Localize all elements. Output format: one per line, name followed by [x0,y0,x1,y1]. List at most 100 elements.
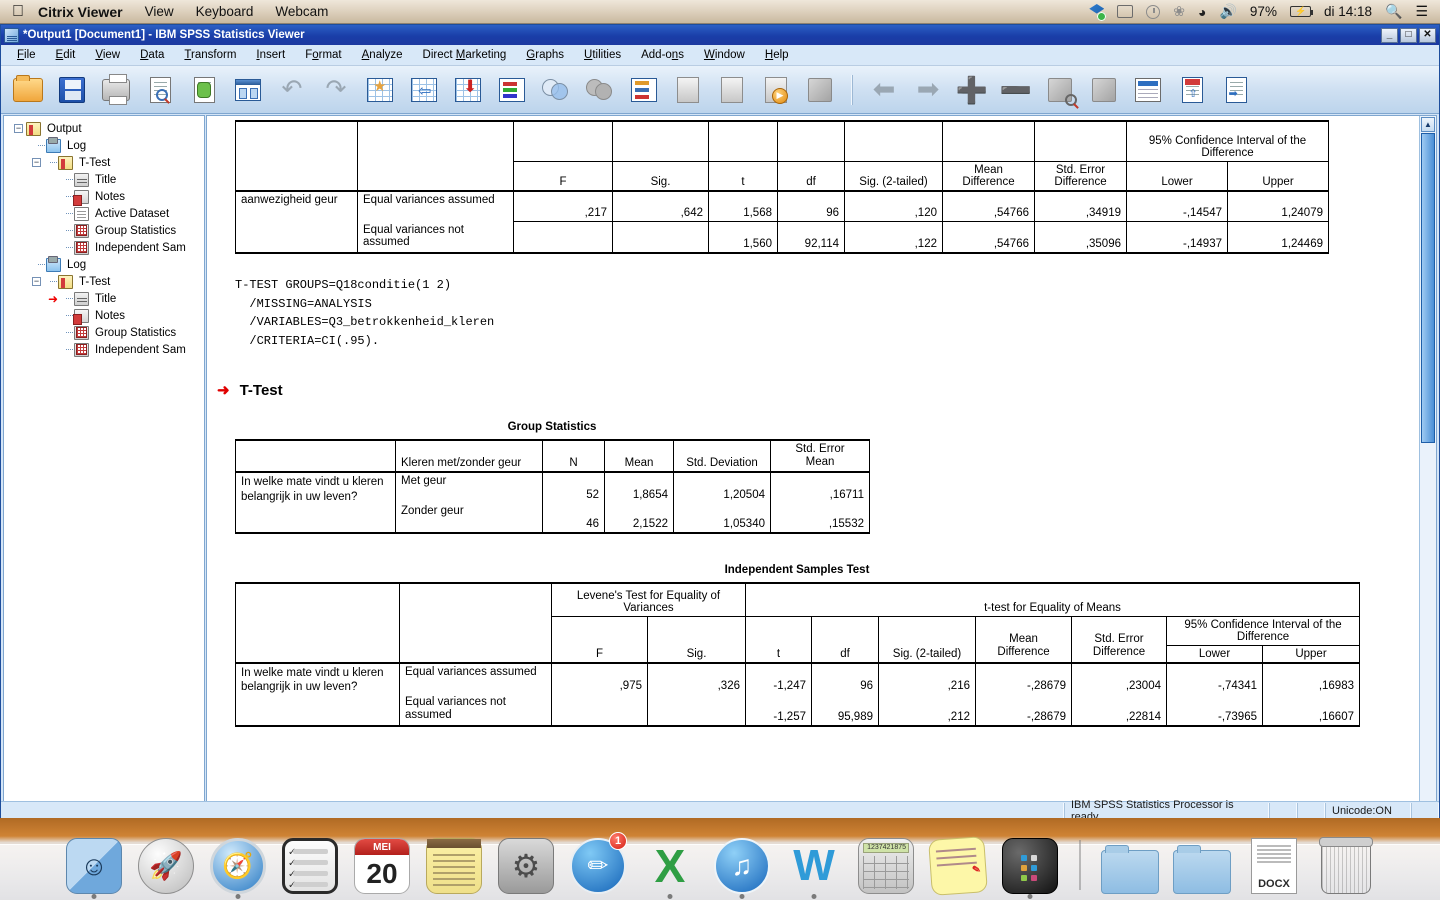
dock-item-reminders[interactable]: ✓ ✓ ✓ ✓ [279,832,341,894]
tree-item-title-1[interactable]: Title [8,171,204,188]
dock-item-calendar[interactable]: MEI 20 [351,832,413,894]
goto-data-icon[interactable] [229,71,267,109]
menu-item-transform[interactable]: Transform [174,49,246,61]
dock-item-docx[interactable]: DOCX [1243,832,1305,894]
menu-item-insert[interactable]: Insert [246,49,295,61]
tree-item-group-statistics-1[interactable]: Group Statistics [8,222,204,239]
minimize-button[interactable]: _ [1381,27,1398,43]
tree-item-ttest-1[interactable]: − T-Test [8,154,204,171]
run-script-icon[interactable]: ▶ [757,71,795,109]
insert-text-icon[interactable]: ⇧ [1173,71,1211,109]
menu-item-window[interactable]: Window [694,49,755,61]
timemachine-icon[interactable] [1146,4,1161,19]
tree-item-ttest-2[interactable]: − T-Test [8,273,204,290]
menu-item-graphs[interactable]: Graphs [516,49,574,61]
scroll-up-icon[interactable]: ▲ [1421,117,1435,132]
dock-item-citrix-viewer[interactable] [999,832,1061,899]
menu-view[interactable]: View [145,4,174,19]
promote-icon[interactable] [669,71,707,109]
print-icon[interactable] [97,71,135,109]
group-statistics-block[interactable]: Group Statistics Kleren met/zonder geur … [235,421,870,535]
volume-icon[interactable]: 🔊 [1219,3,1236,20]
insert-syntax-icon[interactable] [493,71,531,109]
save-icon[interactable] [53,71,91,109]
insert-image-icon[interactable] [801,71,839,109]
wifi-icon[interactable]: ◕ [1198,4,1206,20]
dock-item-trash[interactable] [1315,832,1377,894]
dock-item-launchpad[interactable]: 🚀 [135,832,197,894]
tree-item-notes-1[interactable]: Notes [8,188,204,206]
menu-item-data[interactable]: Data [130,49,174,61]
goto-case-icon[interactable]: ★ [361,71,399,109]
expand-toggle-ttest-2[interactable]: − [32,277,41,286]
dropbox-icon[interactable] [1089,4,1107,21]
dock-item-folder-2[interactable] [1171,832,1233,894]
menu-item-utilities[interactable]: Utilities [574,49,631,61]
menu-app-name[interactable]: Citrix Viewer [38,4,123,20]
bluetooth-icon[interactable]: ❀ [1173,3,1185,20]
menu-keyboard[interactable]: Keyboard [196,4,254,19]
menubar-clock[interactable]: di 14:18 [1324,4,1372,19]
dock-item-stickies[interactable]: ✎ [927,832,989,896]
dock-item-finder[interactable]: ☺ [63,832,125,899]
expand-toggle-ttest-1[interactable]: − [32,158,41,167]
undo-icon[interactable]: ↶ [273,71,311,109]
expand-icon[interactable]: ➕ [953,71,991,109]
menu-item-edit[interactable]: Edit [46,49,86,61]
insert-output-icon[interactable]: ⬇ [449,71,487,109]
menu-item-format[interactable]: Format [295,49,351,61]
box-icon[interactable] [1085,71,1123,109]
tree-item-group-statistics-2[interactable]: Group Statistics [8,324,204,341]
scroll-thumb[interactable] [1421,133,1435,443]
dock-item-word[interactable]: W [783,832,845,899]
tree-item-output[interactable]: − Output [8,120,204,137]
open-file-icon[interactable] [9,71,47,109]
menu-webcam[interactable]: Webcam [275,4,328,19]
menu-item-view[interactable]: View [85,49,130,61]
export-icon[interactable] [625,71,663,109]
insert-title-icon[interactable] [1129,71,1167,109]
expand-toggle-output[interactable]: − [14,124,23,133]
venn-solid-icon[interactable] [581,71,619,109]
menu-item-file[interactable]: File [7,49,46,61]
tree-item-notes-2[interactable]: Notes [8,307,204,325]
dock-item-system-preferences[interactable]: ⚙ [495,832,557,894]
collapse-icon[interactable]: ➖ [997,71,1035,109]
tree-item-active-dataset[interactable]: Active Dataset [8,205,204,222]
apple-menu-icon[interactable]:  [12,3,24,20]
tree-item-title-2[interactable]: ➜ Title [8,290,204,307]
output-document-pane[interactable]: 95% Confidence Interval of the Differenc… [206,115,1437,819]
menu-item-analyze[interactable]: Analyze [352,49,413,61]
maximize-button[interactable]: □ [1400,27,1417,43]
redo-icon[interactable]: ↷ [317,71,355,109]
syntax-block[interactable]: T-TEST GROUPS=Q18conditie(1 2) /MISSING=… [235,276,494,350]
close-button[interactable]: ✕ [1419,27,1436,43]
back-icon[interactable]: ⬅ [865,71,903,109]
dock-item-excel[interactable]: X [639,832,701,899]
battery-icon[interactable]: ⚡ [1289,6,1313,17]
dock-item-safari[interactable]: 🧭 [207,832,269,899]
output-heading-ttest[interactable]: ➜ T-Test [217,381,283,400]
menu-item-direct-marketing[interactable]: Direct Marketing [413,49,517,61]
venn-overlap-icon[interactable] [537,71,575,109]
export-document-icon[interactable]: ➡ [1217,71,1255,109]
tree-item-independent-samples-2[interactable]: Independent Sam [8,341,204,358]
menu-item-help[interactable]: Help [755,49,799,61]
tree-item-log-1[interactable]: Log [8,136,204,154]
dock-item-itunes[interactable]: ♫ [711,832,773,899]
recall-dialog-icon[interactable] [185,71,223,109]
variables-icon[interactable]: ⇦ [405,71,443,109]
tree-item-independent-samples-1[interactable]: Independent Sam [8,239,204,256]
independent-samples-test-table-top[interactable]: 95% Confidence Interval of the Differenc… [235,120,1329,254]
forward-icon[interactable]: ➡ [909,71,947,109]
notification-center-icon[interactable]: ☰ [1415,3,1428,20]
spotlight-icon[interactable]: 🔍 [1385,3,1402,20]
menu-item-addons[interactable]: Add-ons [631,49,694,61]
airplay-icon[interactable] [1117,5,1134,18]
dock-item-folder-1[interactable] [1099,832,1161,894]
demote-icon[interactable] [713,71,751,109]
output-vertical-scrollbar[interactable]: ▲ ▼ [1419,116,1436,818]
tree-item-log-2[interactable]: Log [8,255,204,273]
dock-item-calculator[interactable]: 1237421875 [855,832,917,894]
dock-item-notes[interactable] [423,832,485,894]
